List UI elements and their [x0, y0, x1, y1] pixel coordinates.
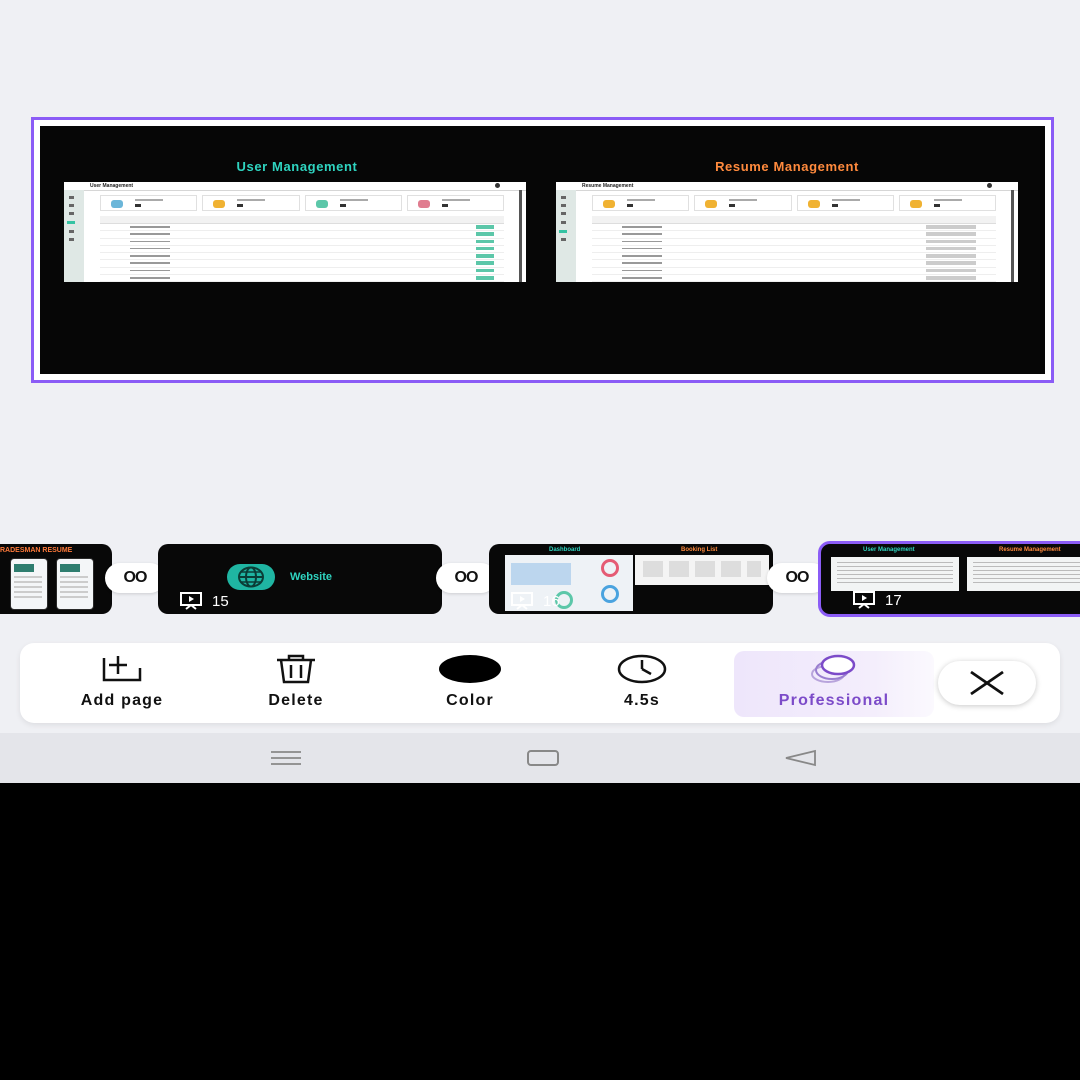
- system-navigation-bar: [0, 733, 1080, 783]
- user-management-preview: [831, 557, 959, 591]
- thumbnail-label: Website: [290, 571, 332, 583]
- phone-preview: [56, 558, 94, 610]
- add-page-button[interactable]: Add page: [52, 651, 192, 717]
- thumbnail-page-15[interactable]: Website 15: [158, 544, 442, 614]
- recent-apps-button[interactable]: [256, 743, 316, 773]
- close-icon: [970, 670, 1004, 696]
- trash-icon: [274, 651, 318, 687]
- booking-list-preview: [635, 555, 769, 585]
- editor-area: User Management Resume Management User M…: [0, 0, 1080, 733]
- duration-button[interactable]: 4.5s: [582, 651, 702, 717]
- slide-title-user-management: User Management: [236, 159, 358, 174]
- presentation-icon: [180, 592, 202, 610]
- style-circles-icon: [806, 651, 862, 687]
- page-number: 16: [511, 592, 560, 610]
- page-number: 17: [853, 591, 902, 609]
- phone-preview: [10, 558, 48, 610]
- color-button[interactable]: Color: [410, 651, 530, 717]
- black-lower-area: [0, 783, 1080, 1080]
- thumbnail-page-14[interactable]: RADESMAN RESUME: [0, 544, 112, 614]
- clock-icon: [616, 651, 668, 687]
- selected-slide-canvas[interactable]: User Management Resume Management User M…: [31, 117, 1054, 383]
- page-thumbnail-strip: RADESMAN RESUME OO Website 15 OO Dashboa…: [0, 541, 1080, 619]
- add-page-icon: [100, 651, 144, 687]
- home-icon: [527, 750, 559, 766]
- slide-background: User Management Resume Management User M…: [40, 126, 1045, 374]
- resume-management-preview: [967, 557, 1080, 591]
- close-button[interactable]: [938, 661, 1036, 705]
- globe-icon: [227, 564, 275, 590]
- transition-button[interactable]: OO: [436, 563, 496, 593]
- menu-icon: [271, 751, 301, 765]
- thumbnail-page-16[interactable]: Dashboard Booking List 16: [489, 544, 773, 614]
- page-number: 15: [180, 592, 229, 610]
- delete-button[interactable]: Delete: [236, 651, 356, 717]
- back-icon: [785, 749, 816, 767]
- home-button[interactable]: [513, 743, 573, 773]
- presentation-icon: [853, 591, 875, 609]
- style-professional-button[interactable]: Professional: [734, 651, 934, 717]
- back-button[interactable]: [770, 743, 830, 773]
- user-management-screenshot: User Management: [64, 182, 526, 282]
- resume-management-screenshot: Resume Management: [556, 182, 1018, 282]
- page-toolbar: Add page Delete Color 4.5s Professional: [20, 643, 1060, 723]
- transition-button[interactable]: OO: [105, 563, 165, 593]
- thumbnail-page-17[interactable]: User Management Resume Management 17: [818, 541, 1080, 617]
- slide-title-resume-management: Resume Management: [715, 159, 859, 174]
- color-swatch: [438, 651, 502, 687]
- presentation-icon: [511, 592, 533, 610]
